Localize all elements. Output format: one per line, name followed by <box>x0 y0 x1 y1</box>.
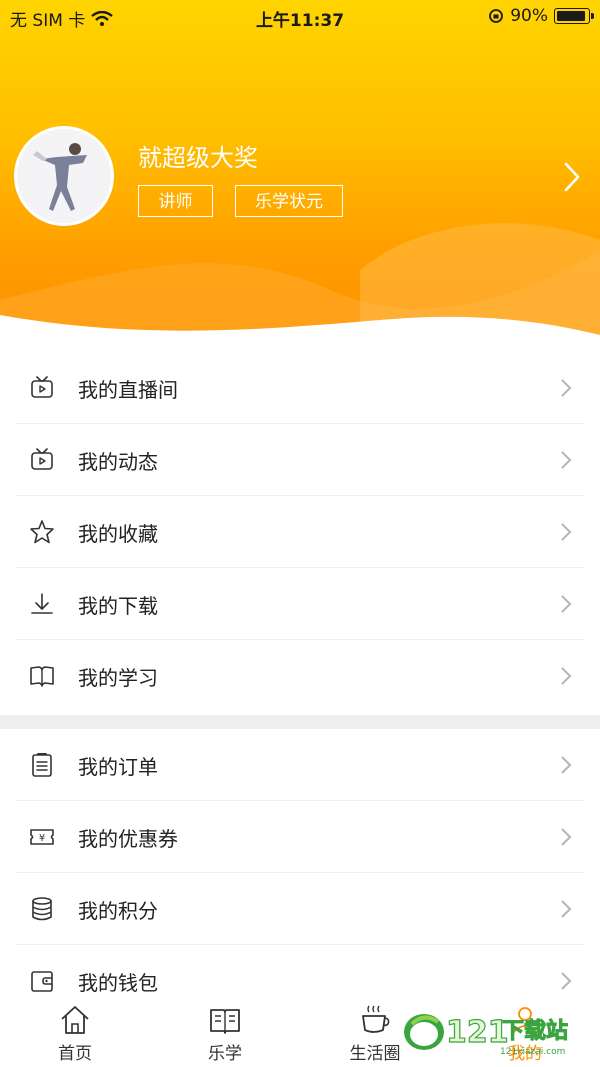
menu-item-points[interactable]: 我的积分 <box>0 873 600 945</box>
svg-text:121: 121 <box>446 1015 509 1050</box>
tv-icon <box>31 448 53 470</box>
svg-text:下载站: 下载站 <box>502 1018 568 1044</box>
profile-chevron-right-icon[interactable] <box>560 160 584 194</box>
book-icon <box>210 1009 240 1034</box>
menu-item-coupons[interactable]: ¥ 我的优惠券 <box>0 801 600 873</box>
chevron-right-icon <box>561 379 572 397</box>
status-bar: 无 SIM 卡 上午11:37 90% <box>0 0 600 32</box>
menu-item-orders[interactable]: 我的订单 <box>0 729 600 801</box>
clipboard-icon <box>32 753 52 777</box>
menu-item-activity[interactable]: 我的动态 <box>0 424 600 496</box>
menu-item-downloads[interactable]: 我的下载 <box>0 568 600 640</box>
menu-item-label: 我的订单 <box>78 755 158 779</box>
profile-header: 无 SIM 卡 上午11:37 90% 就超级大奖 讲师 乐学状元 <box>0 0 600 360</box>
svg-text:121xiazai.com: 121xiazai.com <box>500 1047 565 1057</box>
chevron-right-icon <box>561 667 572 685</box>
role-tag-lecturer: 讲师 <box>138 185 213 217</box>
chevron-right-icon <box>561 756 572 774</box>
menu-item-label: 我的收藏 <box>78 522 158 546</box>
coffee-cup-icon <box>362 1005 390 1033</box>
book-open-icon <box>30 666 54 687</box>
menu-group-primary: 我的直播间 我的动态 我的收藏 我的下载 我的学习 <box>0 352 600 712</box>
section-separator <box>0 715 600 729</box>
menu-item-favorites[interactable]: 我的收藏 <box>0 496 600 568</box>
menu-item-label: 我的钱包 <box>78 971 158 995</box>
menu-item-label: 我的优惠券 <box>78 827 178 851</box>
tab-learn[interactable]: 乐学 <box>175 1003 275 1064</box>
chevron-right-icon <box>561 451 572 469</box>
menu-item-label: 我的积分 <box>78 899 158 923</box>
avatar[interactable] <box>14 126 114 226</box>
menu-item-label: 我的动态 <box>78 450 158 474</box>
download-icon <box>31 593 53 614</box>
battery-icon <box>554 8 594 24</box>
menu-group-secondary: 我的订单 ¥ 我的优惠券 我的积分 我的钱包 <box>0 729 600 1017</box>
menu-item-label: 我的直播间 <box>78 378 178 402</box>
wallet-icon <box>31 971 53 992</box>
chevron-right-icon <box>561 595 572 613</box>
menu-item-live-room[interactable]: 我的直播间 <box>0 352 600 424</box>
menu-item-learning[interactable]: 我的学习 <box>0 640 600 712</box>
battery-percent: 90% <box>510 6 548 26</box>
tab-label: 首页 <box>58 1044 92 1064</box>
orientation-lock-icon <box>489 9 504 23</box>
home-icon <box>61 1006 89 1034</box>
coupon-icon: ¥ <box>30 829 54 845</box>
tab-home[interactable]: 首页 <box>25 1003 125 1064</box>
svg-text:¥: ¥ <box>39 833 45 844</box>
tab-label: 乐学 <box>208 1044 242 1064</box>
avatar-figure-icon <box>17 129 111 223</box>
live-tv-icon <box>31 376 53 398</box>
profile-username: 就超级大奖 <box>138 144 258 172</box>
chevron-right-icon <box>561 828 572 846</box>
menu-item-label: 我的下载 <box>78 594 158 618</box>
chevron-right-icon <box>561 523 572 541</box>
chevron-right-icon <box>561 900 572 918</box>
database-icon <box>32 897 52 921</box>
star-icon <box>30 520 54 544</box>
chevron-right-icon <box>561 972 572 990</box>
menu-item-label: 我的学习 <box>78 666 158 690</box>
role-tag-champion: 乐学状元 <box>235 185 343 217</box>
site-watermark-logo: 121 下载站 121xiazai.com <box>404 1014 569 1057</box>
